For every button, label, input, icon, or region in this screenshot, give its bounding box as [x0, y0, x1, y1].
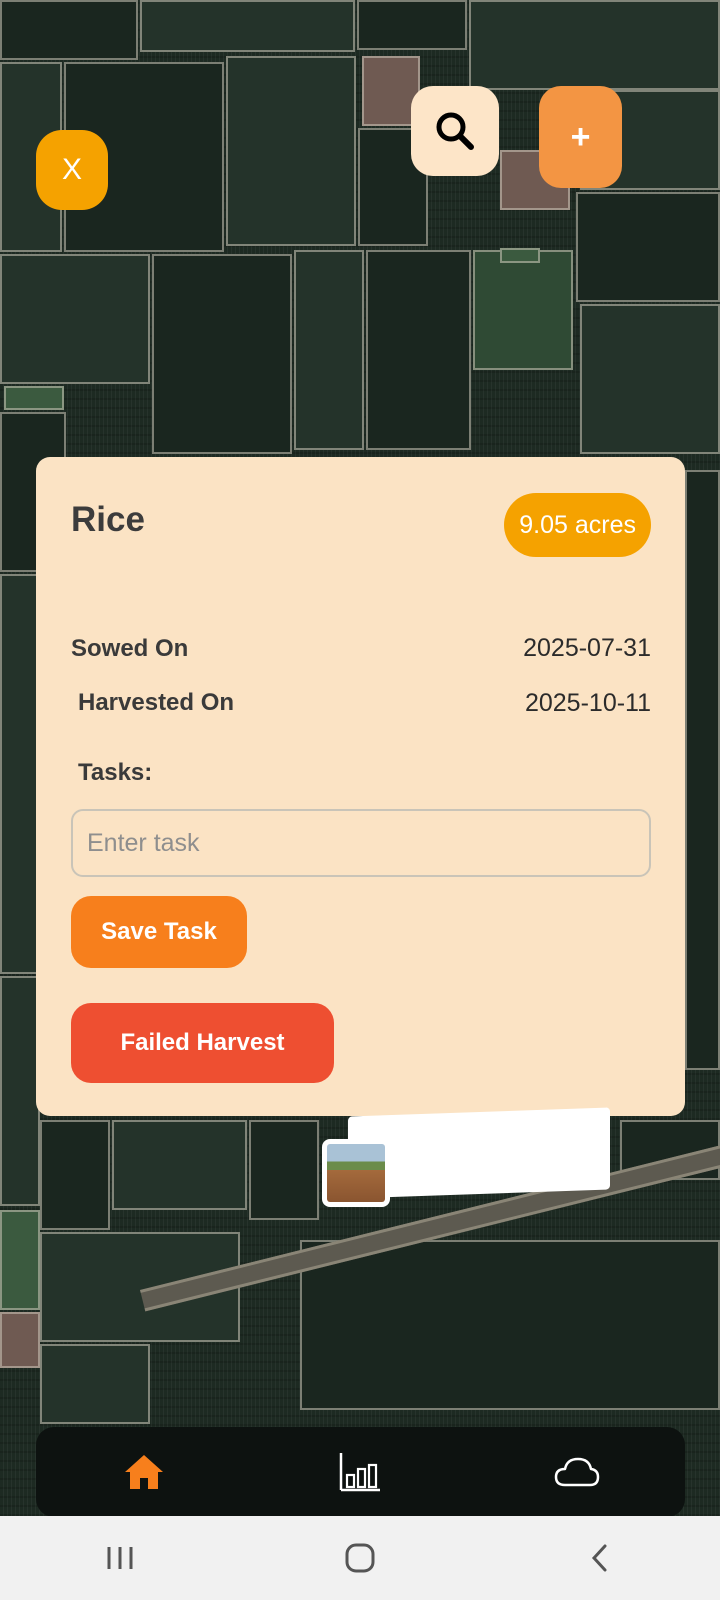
- bar-chart-icon: [340, 1453, 381, 1492]
- sowed-on-label: Sowed On: [71, 635, 189, 662]
- task-input[interactable]: [71, 809, 651, 877]
- bottom-navigation: [36, 1427, 685, 1517]
- close-label: X: [61, 153, 82, 186]
- system-back-button[interactable]: [560, 1528, 640, 1588]
- recent-apps-icon: [107, 1547, 133, 1569]
- field-photo: [327, 1144, 385, 1202]
- home-icon: [125, 1455, 164, 1489]
- search-button[interactable]: [411, 86, 499, 176]
- close-button[interactable]: X: [36, 130, 108, 210]
- system-navigation-bar: [0, 1516, 720, 1600]
- save-task-button[interactable]: Save Task: [71, 896, 247, 968]
- harvested-on-label: Harvested On: [78, 689, 235, 716]
- crop-name: Rice: [71, 500, 145, 539]
- nav-stats[interactable]: [315, 1442, 405, 1502]
- plus-icon: +: [570, 117, 591, 156]
- home-circle-icon: [345, 1543, 375, 1573]
- cloud-icon: [554, 1457, 600, 1487]
- field-marker-thumbnail[interactable]: [322, 1139, 390, 1207]
- search-icon: [436, 112, 474, 150]
- add-field-button[interactable]: +: [539, 86, 622, 188]
- nav-weather[interactable]: [532, 1442, 622, 1502]
- recent-apps-button[interactable]: [80, 1528, 160, 1588]
- sowed-on-value: 2025-07-31: [523, 634, 651, 662]
- back-icon: [591, 1544, 607, 1572]
- system-home-button[interactable]: [320, 1528, 400, 1588]
- area-badge: 9.05 acres: [504, 493, 651, 557]
- failed-harvest-button[interactable]: Failed Harvest: [71, 1003, 334, 1083]
- tasks-label: Tasks:: [78, 759, 153, 786]
- nav-home[interactable]: [99, 1442, 189, 1502]
- harvested-on-value: 2025-10-11: [524, 689, 651, 717]
- field-info-card: Rice 9.05 acres Sowed On 2025-07-31 Harv…: [36, 457, 685, 1116]
